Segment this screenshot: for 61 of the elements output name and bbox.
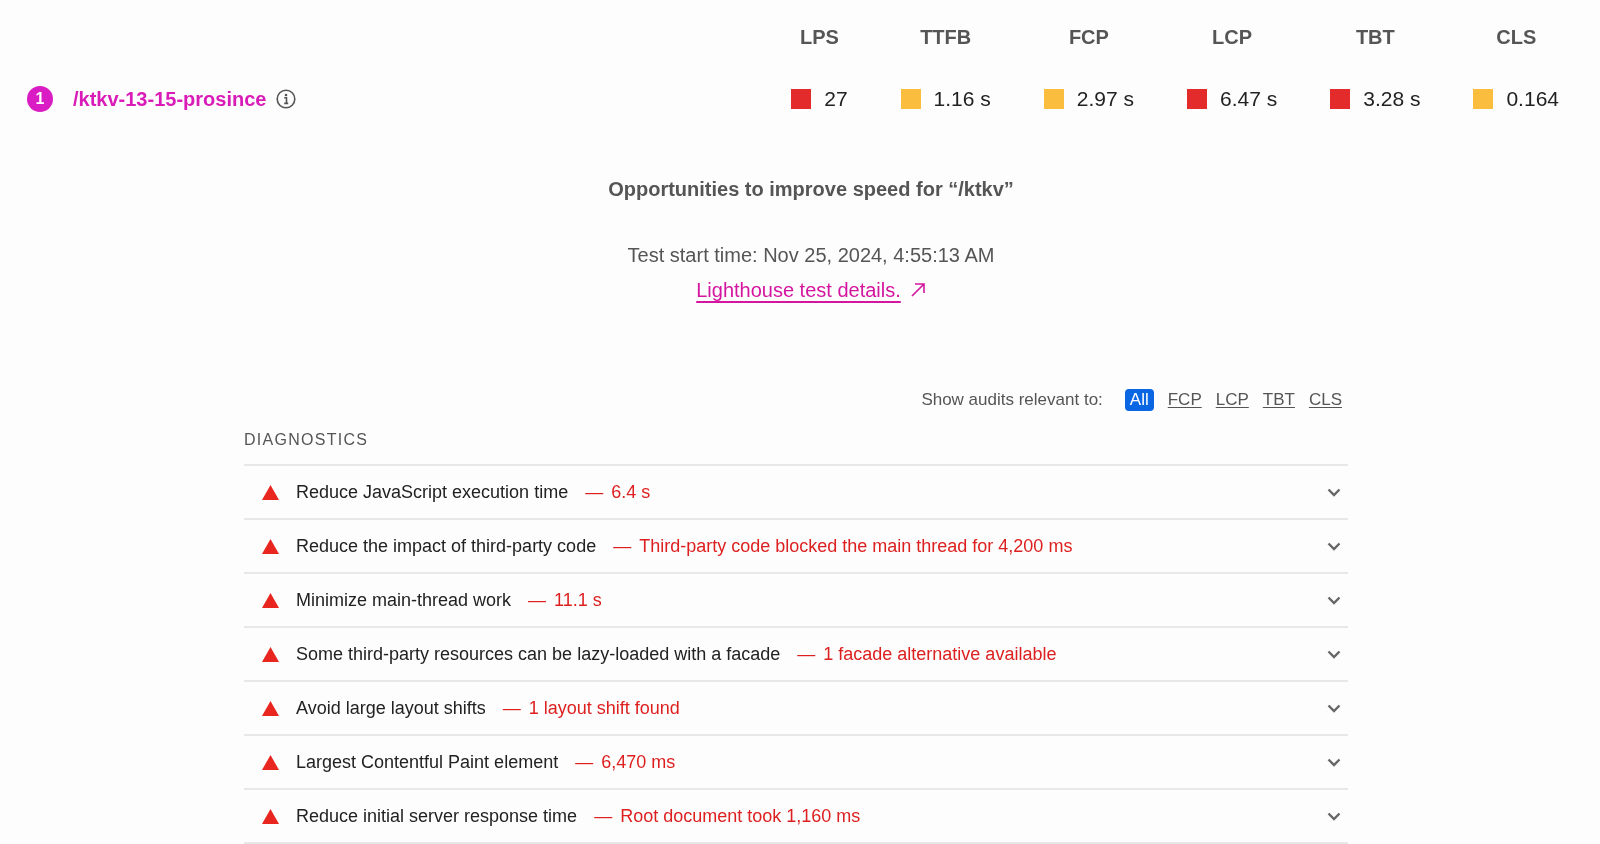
metric-label: TBT [1355,25,1395,50]
audit-row[interactable]: Avoid large layout shifts — 1 layout shift found [244,680,1348,734]
metric-value: 6.47 s [1220,86,1278,113]
warning-triangle-icon [262,538,279,554]
separator-dash: — [797,642,816,666]
audit-row[interactable]: Reduce the impact of third-party code — Third-party code blocked the main thread for 4,200 ms [244,518,1348,572]
separator-dash: — [613,534,632,558]
metric-value: 1.16 s [933,86,991,113]
filter-label: Show audits relevant to: [921,389,1103,412]
metric-value: 2.97 s [1076,86,1134,113]
audit-detail: 1 layout shift found [528,696,680,720]
metric-label: CLS [1496,25,1537,50]
section-heading: DIAGNOSTICS [244,430,369,450]
audit-detail: 11.1 s [554,588,602,612]
warning-triangle-icon [262,700,279,716]
filter-tab[interactable]: CLS [1308,389,1342,411]
metric-value: 27 [824,86,848,113]
separator-dash: — [594,804,613,828]
audit-row[interactable]: Some third-party resources can be lazy-loaded with a facade — 1 facade alternative available [244,626,1348,680]
filter-tab[interactable]: FCP [1167,389,1202,411]
metric-label: TTFB [920,25,972,50]
warning-triangle-icon [262,484,279,500]
audit-detail: Root document took 1,160 ms [620,804,861,828]
audit-row[interactable]: Minimize main-thread work — 11.1 s [244,572,1348,626]
warning-triangle-icon [262,808,279,824]
test-start-time: Test start time: Nov 25, 2024, 4:55:13 AM [627,243,995,268]
filter-tab[interactable]: TBT [1262,389,1295,411]
warning-triangle-icon [262,754,279,770]
audit-title: Reduce the impact of third-party code [296,534,597,558]
separator-dash: — [502,696,521,720]
page-link[interactable]: /ktkv-13-15-prosince [73,84,267,114]
audit-title: Reduce JavaScript execution time [296,480,569,504]
metric-value: 0.164 [1506,86,1559,113]
metric-label: LPS [799,25,839,50]
audit-detail: Third-party code blocked the main thread for 4,200 ms [639,534,1073,558]
warning-triangle-icon [262,646,279,662]
report-title: Opportunities to improve speed for “/ktkv” [608,177,1014,202]
audit-detail: 1 facade alternative available [823,642,1057,666]
metric-label: FCP [1068,25,1109,50]
info-icon [276,89,297,109]
audit-title: Reduce initial server response time [296,804,578,828]
audit-row[interactable]: Largest Contentful Paint element — 6,470 ms [244,734,1348,788]
warning-triangle-icon [262,592,279,608]
audit-title: Avoid large layout shifts [296,696,486,720]
lighthouse-details-link[interactable]: Lighthouse test details. [696,276,901,304]
audit-row[interactable]: Reduce JavaScript execution time — 6.4 s [244,464,1348,518]
metric-value: 3.28 s [1363,86,1421,113]
audit-title: Minimize main-thread work [296,588,512,612]
audit-detail: 6.4 s [611,480,651,504]
audit-row[interactable]: Reduce initial server response time — Root document took 1,160 ms [244,788,1348,842]
separator-dash: — [585,480,604,504]
external-link-icon [909,282,926,298]
audit-detail: 6,470 ms [601,750,676,774]
rank-badge: 1 [27,86,53,112]
audit-title: Largest Contentful Paint element [296,750,559,774]
audit-title: Some third-party resources can be lazy-loaded with a facade [296,642,781,666]
filter-tab[interactable]: All [1124,389,1154,411]
separator-dash: — [575,750,594,774]
filter-tab[interactable]: LCP [1215,389,1249,411]
metric-label: LCP [1212,25,1253,50]
separator-dash: — [528,588,547,612]
